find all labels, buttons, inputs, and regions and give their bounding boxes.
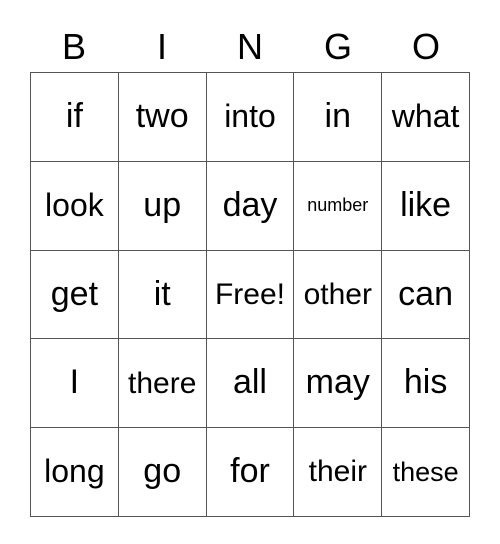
bingo-cell[interactable]: in: [294, 73, 383, 162]
bingo-cell[interactable]: his: [382, 339, 470, 429]
bingo-cell[interactable]: for: [206, 428, 295, 517]
bingo-cell-label: into: [224, 98, 276, 135]
bingo-cell[interactable]: all: [206, 339, 295, 429]
header-letter-b: B: [61, 26, 86, 67]
bingo-cell-label: like: [400, 185, 452, 224]
bingo-cell[interactable]: get: [31, 250, 119, 340]
bingo-cell-label: up: [143, 185, 182, 224]
bingo-cell[interactable]: these: [382, 428, 470, 517]
bingo-cell-label: his: [403, 363, 448, 402]
header-letter-g: G: [323, 26, 352, 67]
bingo-cell-label: look: [45, 186, 104, 223]
bingo-cell[interactable]: other: [294, 250, 383, 340]
bingo-cell[interactable]: like: [382, 161, 470, 251]
bingo-cell-label: their: [308, 455, 367, 489]
bingo-cell[interactable]: number: [294, 161, 383, 251]
bingo-cell[interactable]: into: [206, 73, 295, 162]
bingo-cell-free[interactable]: Free!: [206, 250, 295, 340]
bingo-cell[interactable]: look: [31, 161, 119, 251]
bingo-cell[interactable]: two: [118, 73, 207, 162]
bingo-cell-label: number: [307, 195, 369, 216]
bingo-grid: if two into in what look up day number l…: [30, 72, 470, 517]
bingo-cell[interactable]: there: [118, 339, 207, 429]
bingo-cell[interactable]: long: [31, 428, 119, 517]
header-letter-n: N: [237, 26, 263, 67]
header-letter-i: I: [156, 26, 167, 67]
bingo-cell-label: day: [222, 185, 278, 224]
bingo-cell-label: long: [44, 453, 105, 490]
bingo-cell-label: if: [65, 97, 83, 136]
bingo-cell-label: it: [153, 274, 171, 313]
bingo-cell[interactable]: it: [118, 250, 207, 340]
bingo-cell-label: in: [324, 97, 352, 136]
bingo-cell-label: get: [50, 274, 99, 313]
bingo-cell-label: can: [398, 274, 453, 313]
bingo-cell[interactable]: day: [206, 161, 295, 251]
bingo-cell[interactable]: may: [294, 339, 383, 429]
bingo-cell[interactable]: I: [31, 339, 119, 429]
bingo-cell[interactable]: if: [31, 73, 119, 162]
bingo-cell-label: I: [69, 363, 80, 402]
bingo-cell-label: may: [305, 363, 370, 402]
bingo-cell[interactable]: their: [294, 428, 383, 517]
bingo-header-row: B I N G O: [30, 22, 470, 72]
bingo-cell-label: there: [128, 366, 197, 400]
bingo-cell[interactable]: what: [382, 73, 470, 162]
header-letter-o: O: [411, 26, 440, 67]
bingo-cell-label: Free!: [214, 277, 285, 311]
bingo-cell-label: for: [230, 452, 270, 491]
bingo-cell-label: these: [392, 456, 459, 487]
bingo-cell-label: all: [232, 363, 267, 402]
bingo-cell-label: what: [391, 98, 460, 135]
bingo-cell-label: two: [135, 97, 189, 136]
bingo-card: B I N G O if two into in what look up da…: [0, 0, 500, 544]
bingo-cell-label: other: [303, 277, 372, 311]
bingo-cell[interactable]: go: [118, 428, 207, 517]
bingo-cell-label: go: [143, 452, 182, 491]
bingo-cell[interactable]: up: [118, 161, 207, 251]
bingo-cell[interactable]: can: [382, 250, 470, 340]
